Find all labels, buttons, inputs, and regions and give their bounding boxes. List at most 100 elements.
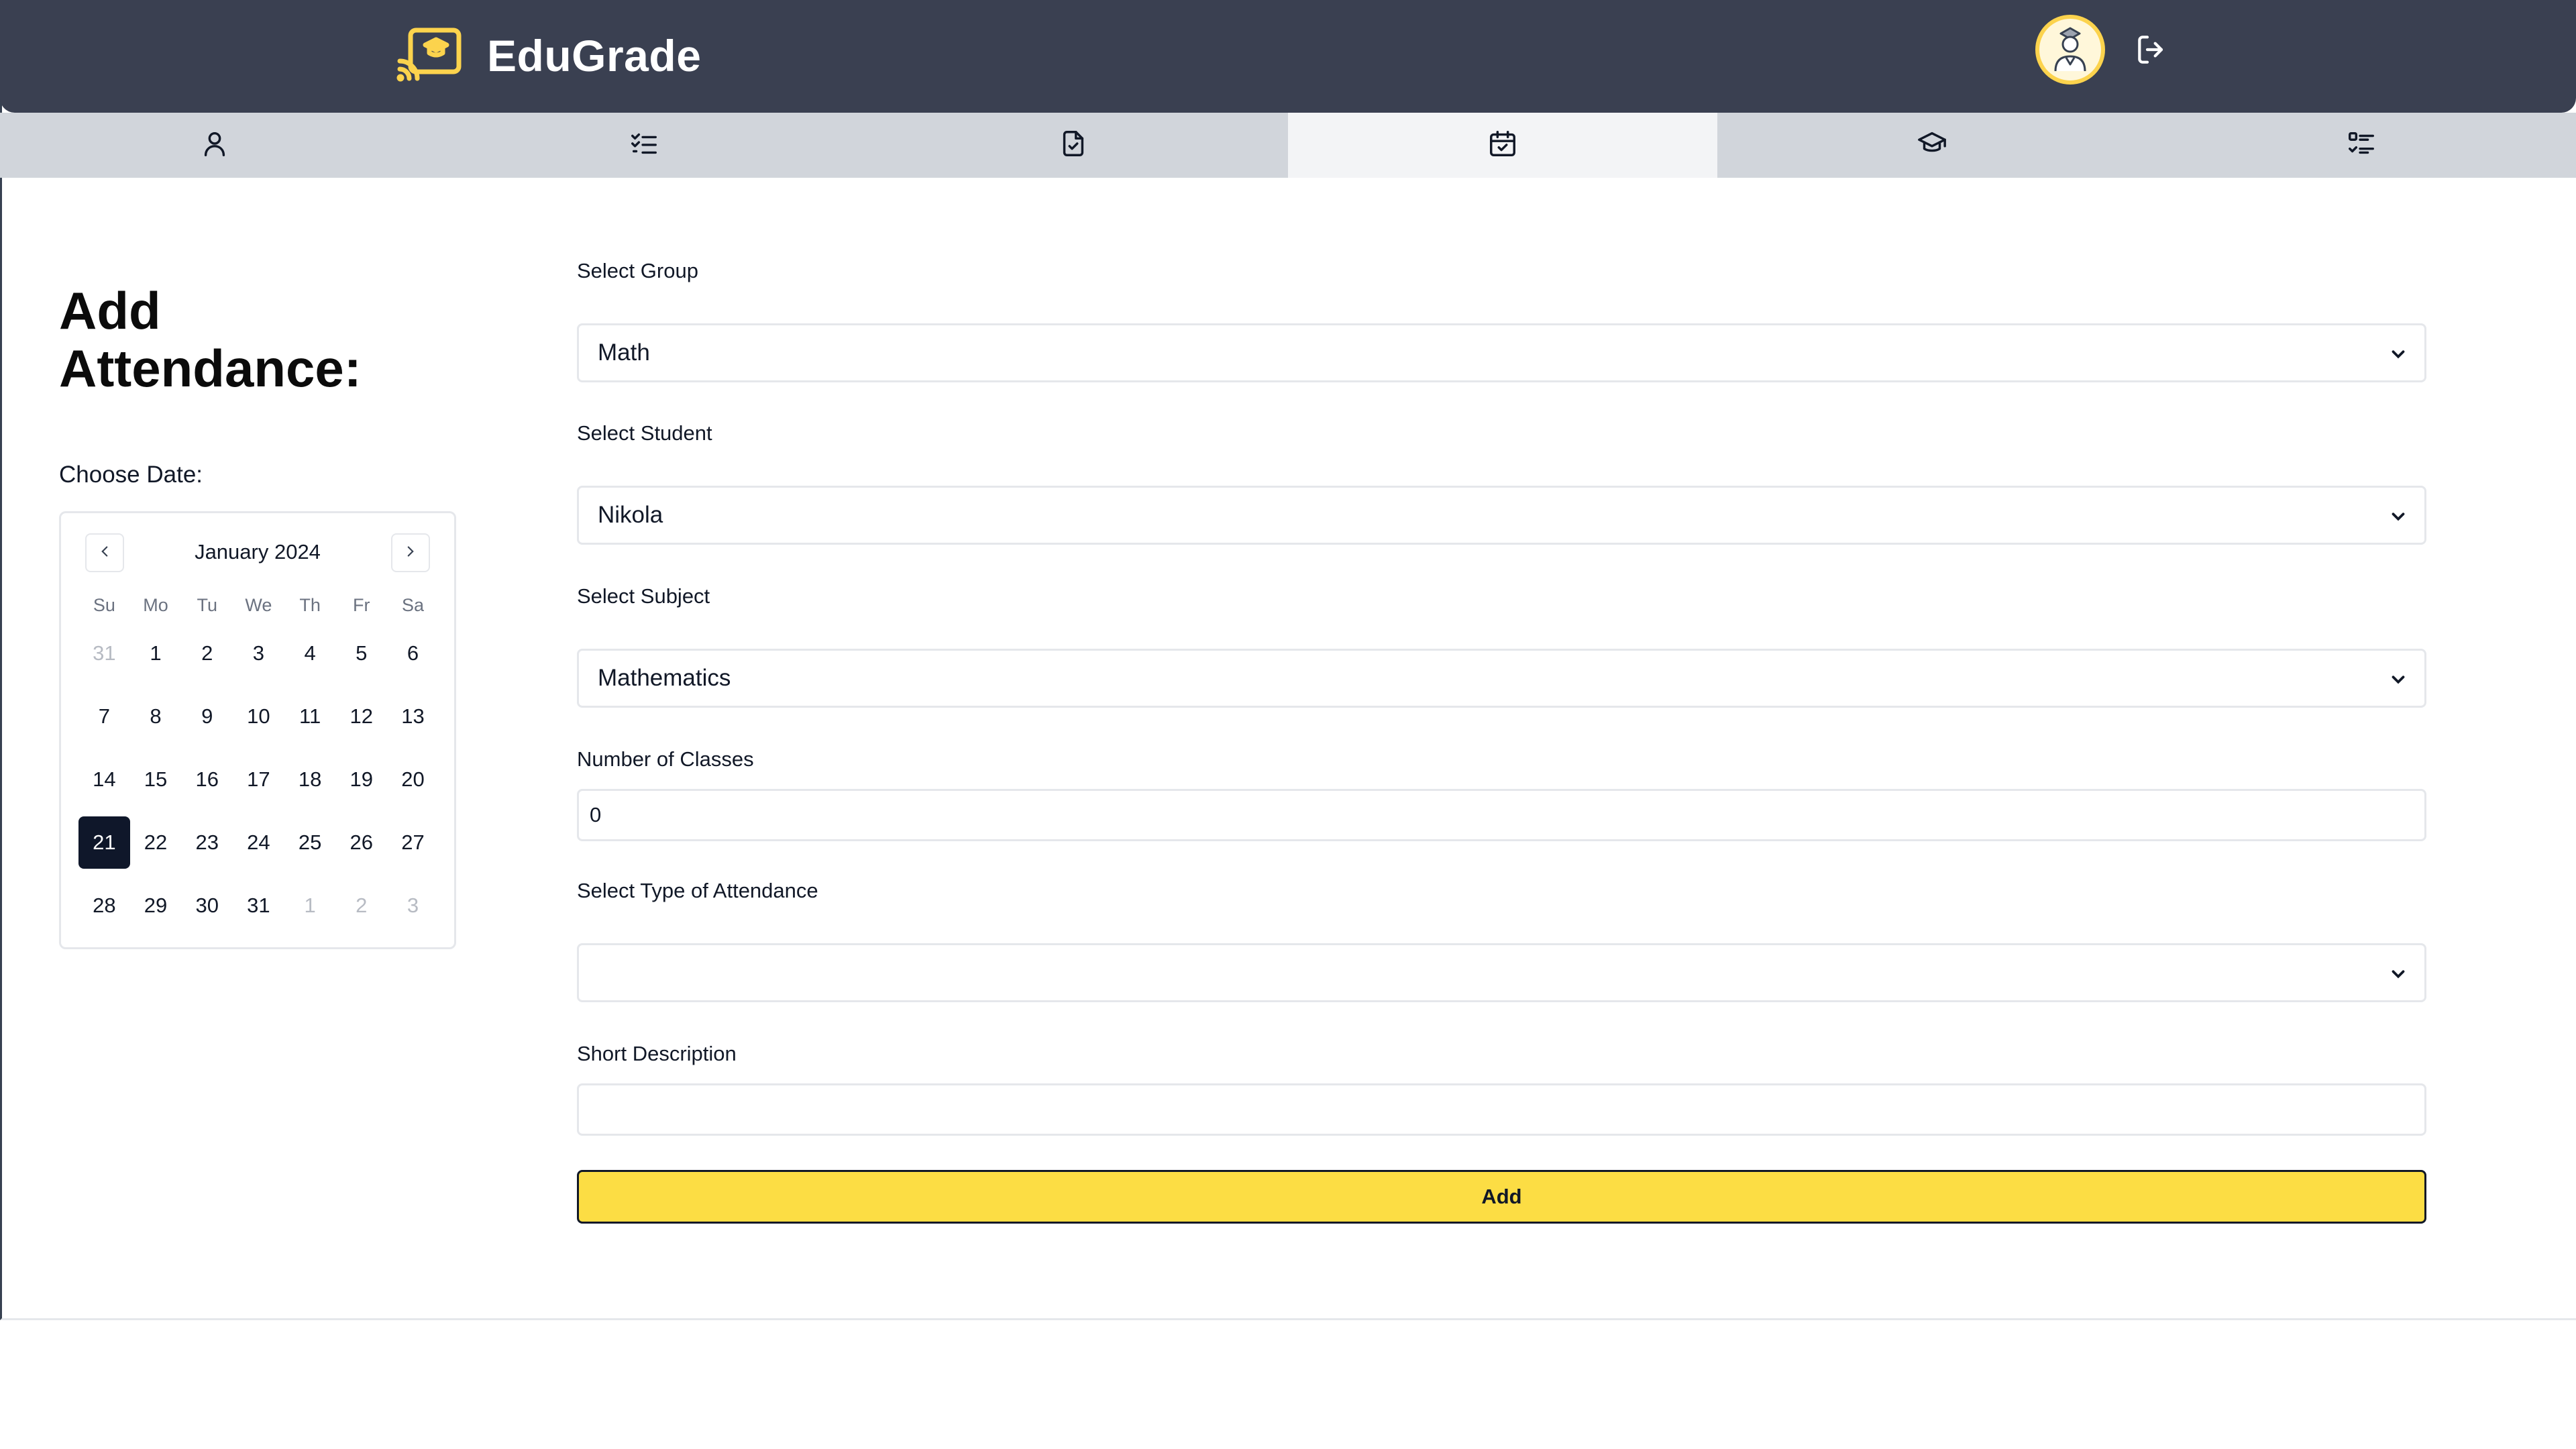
calendar-day-number: 25 <box>298 830 322 854</box>
calendar-day-number: 21 <box>78 816 130 869</box>
weekday-label: Mo <box>143 595 168 615</box>
calendar-day-selected[interactable]: 21 <box>78 811 130 874</box>
tab-bar <box>0 113 2576 178</box>
calendar-day-number: 1 <box>304 894 316 917</box>
user-avatar[interactable] <box>2035 15 2105 85</box>
calendar-day-number: 23 <box>195 830 219 854</box>
calendar-day[interactable]: 6 <box>387 622 439 685</box>
chevron-down-icon <box>2388 669 2408 690</box>
calendar-day-number: 13 <box>401 704 425 728</box>
calendar-day-number: 12 <box>350 704 374 728</box>
tab-courses[interactable] <box>1717 113 2147 178</box>
calendar-day-number: 6 <box>407 641 419 665</box>
top-header: EduGrade <box>0 0 2576 113</box>
calendar-check-icon <box>1487 128 1518 162</box>
title-line-2: Attendance: <box>59 339 362 398</box>
calendar-day[interactable]: 1 <box>284 874 336 937</box>
calendar-day[interactable]: 5 <box>335 622 387 685</box>
weekday-label: Sa <box>401 595 424 615</box>
calendar-day-number: 30 <box>195 894 219 917</box>
tab-reports[interactable] <box>2147 113 2576 178</box>
logout-button[interactable] <box>2133 31 2171 68</box>
calendar-day[interactable]: 8 <box>130 685 182 748</box>
calendar-day[interactable]: 10 <box>233 685 284 748</box>
page-heading-block: Add Attendance: <box>59 282 475 397</box>
calendar-day-number: 27 <box>401 830 425 854</box>
group-select[interactable]: Math <box>577 323 2426 382</box>
classes-label: Number of Classes <box>577 747 754 771</box>
classes-input-value: 0 <box>590 803 602 826</box>
calendar-day[interactable]: 24 <box>233 811 284 874</box>
calendar-week: 31 1 2 3 4 5 6 <box>78 622 439 685</box>
calendar-day-number: 22 <box>144 830 168 854</box>
calendar-day[interactable]: 25 <box>284 811 336 874</box>
calendar-day-number: 9 <box>201 704 213 728</box>
weekday-label: Tu <box>197 595 217 615</box>
calendar-day[interactable]: 29 <box>130 874 182 937</box>
add-button[interactable]: Add <box>577 1170 2426 1224</box>
tab-attendance[interactable] <box>1288 113 1717 178</box>
calendar-day[interactable]: 17 <box>233 748 284 811</box>
tab-grades[interactable] <box>859 113 1288 178</box>
calendar-day[interactable]: 30 <box>181 874 233 937</box>
calendar-day[interactable]: 16 <box>181 748 233 811</box>
calendar-day-number: 28 <box>93 894 116 917</box>
calendar-day-number: 31 <box>93 641 116 665</box>
document-check-icon <box>1058 128 1089 162</box>
calendar-day[interactable]: 26 <box>335 811 387 874</box>
calendar-day[interactable]: 3 <box>387 874 439 937</box>
tab-tasks[interactable] <box>429 113 859 178</box>
calendar-day[interactable]: 23 <box>181 811 233 874</box>
calendar-day-number: 20 <box>401 767 425 791</box>
calendar-day[interactable]: 31 <box>233 874 284 937</box>
calendar-day[interactable]: 11 <box>284 685 336 748</box>
calendar-day[interactable]: 22 <box>130 811 182 874</box>
calendar-day[interactable]: 2 <box>181 622 233 685</box>
student-select[interactable]: Nikola <box>577 486 2426 545</box>
calendar-day[interactable]: 31 <box>78 622 130 685</box>
subject-select[interactable]: Mathematics <box>577 649 2426 708</box>
calendar-day[interactable]: 12 <box>335 685 387 748</box>
chevron-down-icon <box>2388 506 2408 527</box>
calendar-day-number: 2 <box>201 641 213 665</box>
calendar-day-number: 31 <box>247 894 270 917</box>
calendar-day[interactable]: 19 <box>335 748 387 811</box>
calendar-day-number: 19 <box>350 767 374 791</box>
edugrade-logo-icon <box>396 26 463 86</box>
description-input[interactable] <box>577 1083 2426 1136</box>
attendance-type-select[interactable] <box>577 943 2426 1002</box>
group-select-value: Math <box>598 339 650 366</box>
calendar-day[interactable]: 28 <box>78 874 130 937</box>
calendar-day[interactable]: 27 <box>387 811 439 874</box>
calendar-day[interactable]: 3 <box>233 622 284 685</box>
attendance-type-label: Select Type of Attendance <box>577 879 818 902</box>
checklist-icon <box>629 128 659 162</box>
next-month-button[interactable] <box>391 533 430 572</box>
calendar-day[interactable]: 7 <box>78 685 130 748</box>
calendar-day[interactable]: 2 <box>335 874 387 937</box>
calendar-day[interactable]: 18 <box>284 748 336 811</box>
calendar-day[interactable]: 1 <box>130 622 182 685</box>
calendar-day-number: 24 <box>247 830 270 854</box>
calendar-day[interactable]: 13 <box>387 685 439 748</box>
calendar-day[interactable]: 9 <box>181 685 233 748</box>
calendar-day[interactable]: 20 <box>387 748 439 811</box>
brand[interactable]: EduGrade <box>396 25 701 86</box>
calendar-day[interactable]: 4 <box>284 622 336 685</box>
calendar-day[interactable]: 15 <box>130 748 182 811</box>
calendar-week: 21 22 23 24 25 26 27 <box>78 811 439 874</box>
choose-date-label: Choose Date: <box>59 462 203 488</box>
subject-select-value: Mathematics <box>598 665 731 691</box>
tab-profile[interactable] <box>0 113 429 178</box>
graduation-cap-icon <box>1917 128 1947 162</box>
calendar-day[interactable]: 14 <box>78 748 130 811</box>
calendar-day-number: 2 <box>356 894 368 917</box>
chevron-down-icon <box>2388 344 2408 364</box>
calendar-header: January 2024 <box>61 533 454 572</box>
calendar-day-number: 7 <box>98 704 110 728</box>
calendar-day-number: 3 <box>407 894 419 917</box>
chevron-down-icon <box>2388 964 2408 984</box>
classes-input[interactable]: 0 <box>577 789 2426 841</box>
calendar-day-number: 5 <box>356 641 368 665</box>
student-select-value: Nikola <box>598 502 663 528</box>
